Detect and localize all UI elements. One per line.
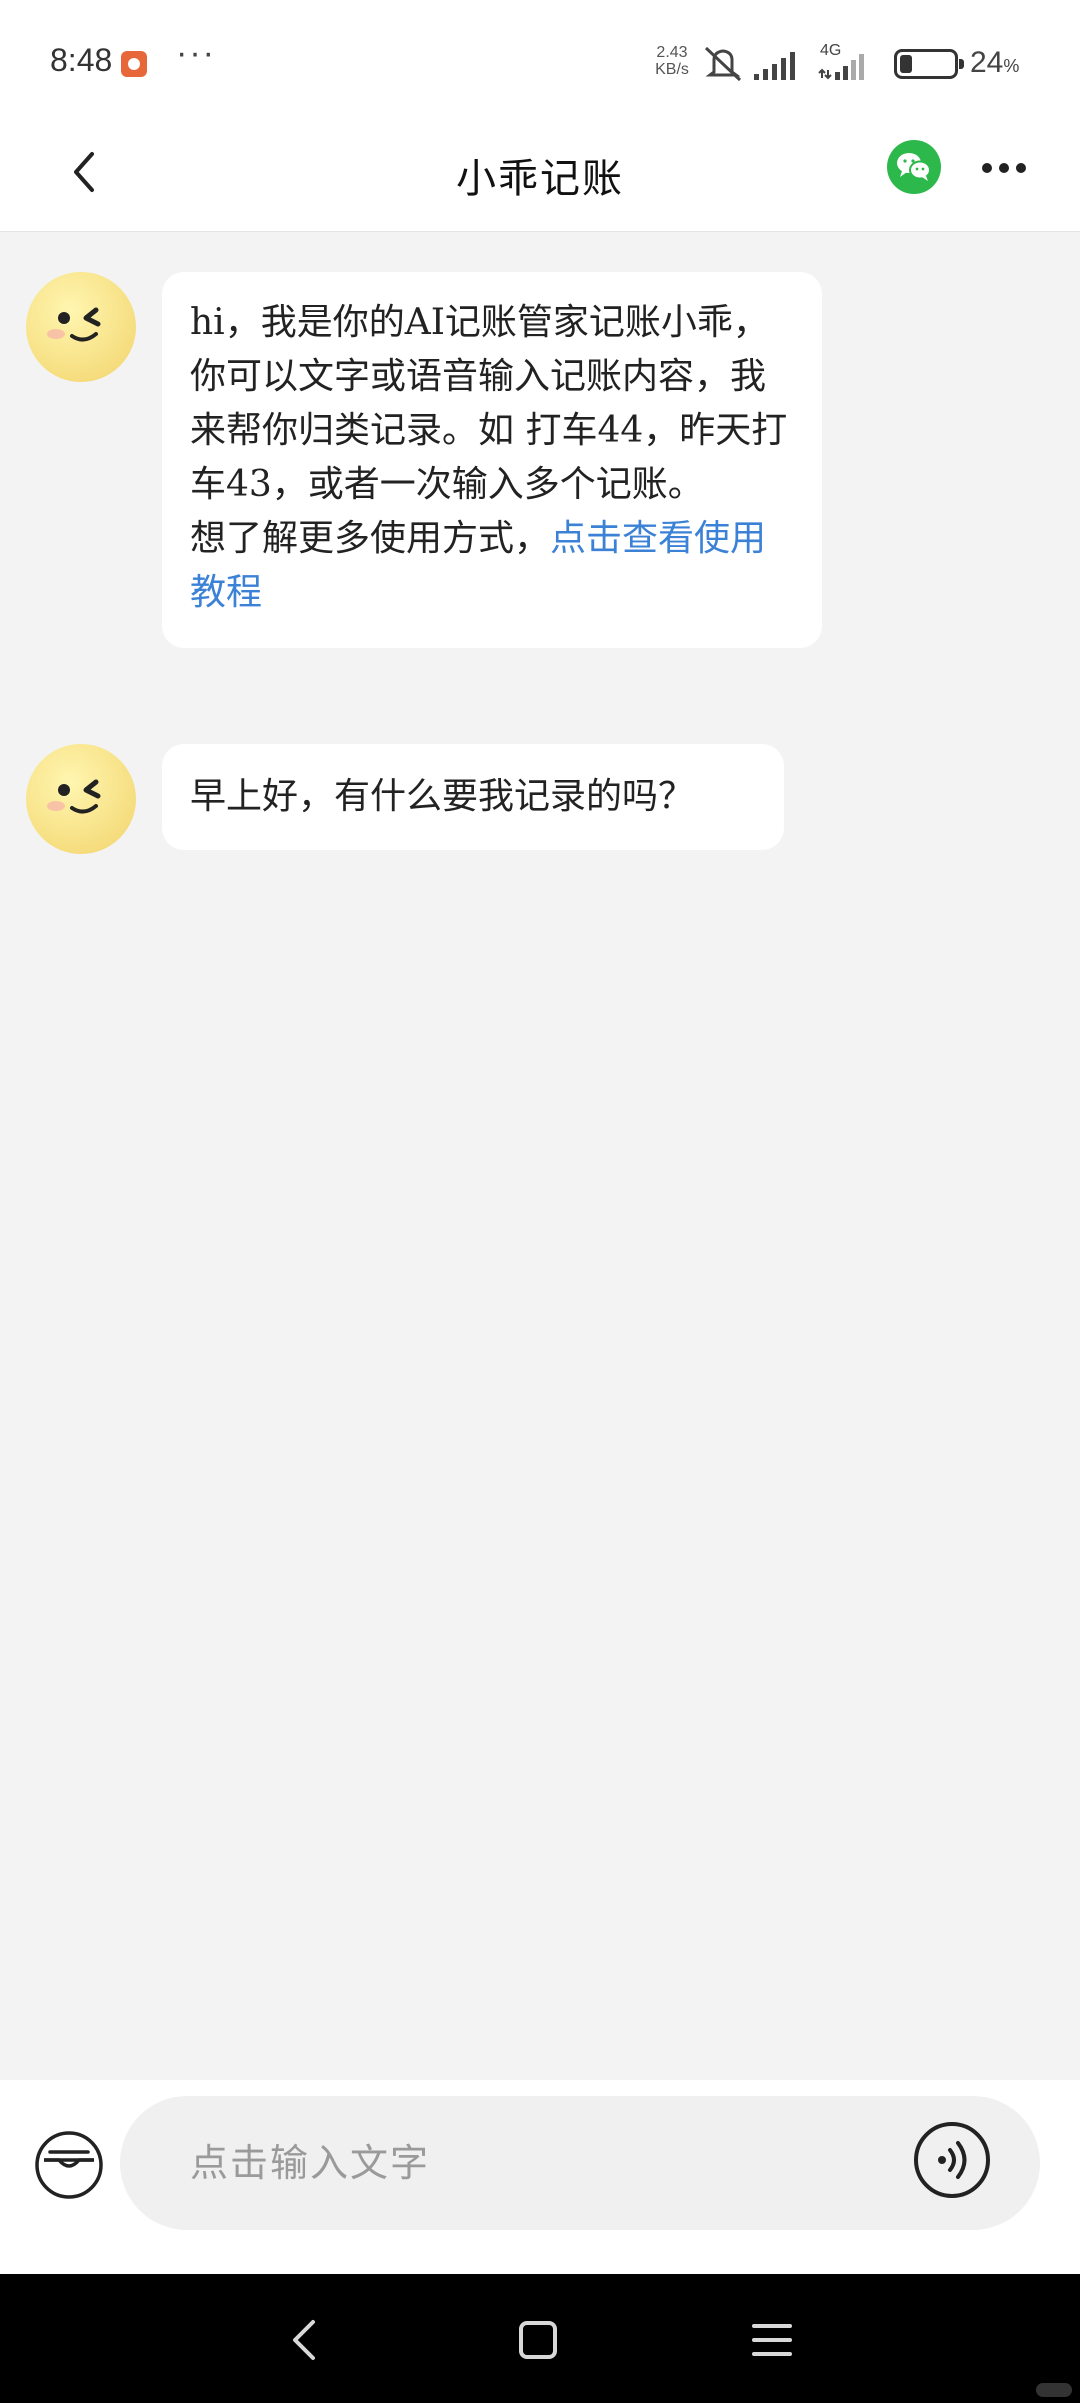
signal-strength-4g-icon [818, 54, 864, 80]
winking-face-icon [47, 779, 101, 814]
nav-home-button[interactable] [510, 2312, 566, 2368]
status-time: 8:48 [50, 42, 113, 78]
wallet-icon [35, 2131, 103, 2199]
more-horizontal-icon [982, 163, 1026, 173]
nav-menu-icon [752, 2324, 792, 2356]
app-header: 小乖记账 [0, 120, 1080, 232]
watermark-badge [1036, 2383, 1072, 2397]
wechat-icon [897, 153, 931, 181]
status-bar: 8:48 ··· 2.43 KB/s 4G 24% [0, 0, 1080, 120]
message-text: hi，我是你的AI记账管家记账小乖，你可以文字或语音输入记账内容，我来帮你归类记… [190, 302, 788, 505]
more-options-button[interactable] [976, 140, 1032, 196]
nav-home-icon [519, 2321, 557, 2359]
battery-fill [900, 55, 912, 73]
nav-recents-button[interactable] [744, 2312, 800, 2368]
input-bar [0, 2080, 1080, 2274]
voice-icon [914, 2122, 990, 2198]
message-bubble: hi，我是你的AI记账管家记账小乖，你可以文字或语音输入记账内容，我来帮你归类记… [162, 272, 822, 648]
network-speed-unit: KB/s [655, 61, 689, 78]
message-text: 早上好，有什么要我记录的吗？ [190, 776, 695, 817]
assistant-avatar [26, 272, 136, 382]
network-speed: 2.43 KB/s [650, 44, 694, 78]
message-input[interactable] [120, 2096, 1040, 2230]
wallet-button[interactable] [34, 2130, 104, 2200]
winking-face-icon [47, 307, 101, 342]
wechat-button[interactable] [887, 140, 941, 194]
assistant-avatar [26, 744, 136, 854]
battery-icon [894, 49, 964, 79]
battery-percent-unit: % [1003, 56, 1020, 76]
app-notification-icon [121, 51, 147, 77]
system-nav-bar [0, 2274, 1080, 2403]
more-notifications-icon: ··· [176, 34, 216, 72]
voice-input-button[interactable] [912, 2120, 992, 2200]
signal-strength-icon [754, 52, 795, 80]
message-bubble: 早上好，有什么要我记录的吗？ [162, 744, 784, 850]
nav-back-button[interactable] [276, 2312, 332, 2368]
battery-percent-value: 24 [970, 46, 1004, 79]
battery-percent: 24% [970, 46, 1019, 80]
message-text-prompt: 想了解更多使用方式， [190, 518, 551, 559]
network-speed-value: 2.43 [656, 44, 688, 61]
chat-area[interactable]: hi，我是你的AI记账管家记账小乖，你可以文字或语音输入记账内容，我来帮你归类记… [0, 232, 1080, 2080]
mute-icon [704, 46, 742, 82]
nav-back-icon [293, 2320, 315, 2360]
